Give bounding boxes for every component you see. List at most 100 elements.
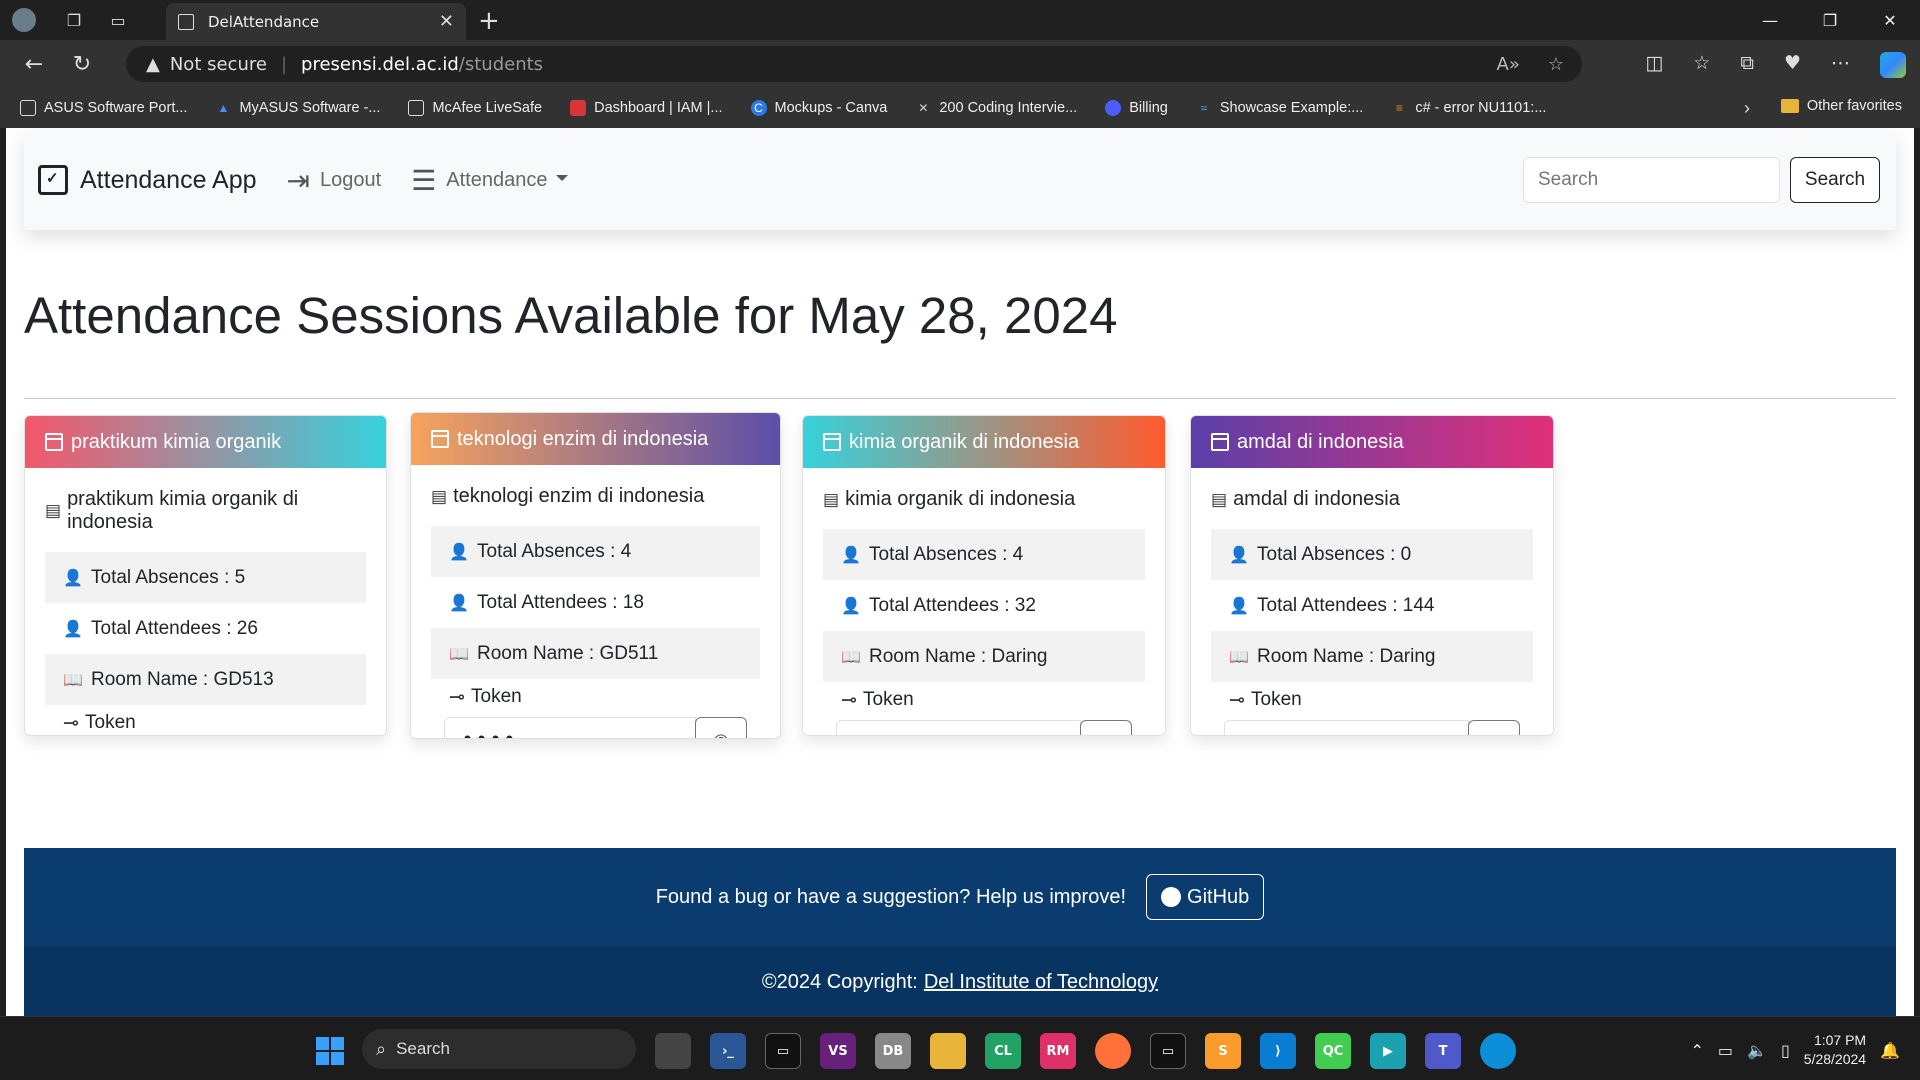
bookmark-item[interactable]: ▲ MyASUS Software -... bbox=[215, 100, 381, 116]
github-button[interactable]: GitHub bbox=[1146, 874, 1265, 920]
person-check-icon: 👤 bbox=[841, 546, 861, 564]
windows-taskbar: ⌕ Search ›_ ▭ VS DB CL RM ▭ S ⟩ QC ▶ T ⌃… bbox=[0, 1016, 1920, 1080]
clock[interactable]: 1:07 PM 5/28/2024 bbox=[1804, 1031, 1866, 1069]
url-bar[interactable]: ▲ Not secure | presensi.del.ac.id/studen… bbox=[126, 46, 1582, 82]
search-button[interactable]: Search bbox=[1790, 157, 1880, 203]
remote-terminal-icon[interactable]: ▶ bbox=[1370, 1033, 1406, 1069]
clion-icon[interactable]: CL bbox=[985, 1033, 1021, 1069]
search-input[interactable]: Search bbox=[1523, 157, 1780, 203]
institute-link[interactable]: Del Institute of Technology bbox=[924, 971, 1158, 994]
chevron-right-icon[interactable]: › bbox=[1744, 98, 1750, 119]
profile-avatar-icon[interactable] bbox=[12, 8, 36, 32]
volume-icon[interactable]: 🔈 bbox=[1747, 1041, 1767, 1060]
task-view-icon[interactable] bbox=[655, 1033, 691, 1069]
tab-actions-icon[interactable]: ▭ bbox=[106, 8, 130, 32]
card-text-icon: ▤ bbox=[45, 501, 62, 520]
terminal-icon[interactable]: ▭ bbox=[765, 1033, 801, 1069]
book-icon: 📖 bbox=[449, 645, 469, 663]
sublime-icon[interactable]: S bbox=[1205, 1033, 1241, 1069]
network-icon[interactable]: ▭ bbox=[1718, 1041, 1733, 1060]
person-x-icon: 👤 bbox=[63, 620, 83, 638]
key-icon: ⊸ bbox=[449, 686, 465, 708]
close-window-icon[interactable]: ✕ bbox=[1860, 0, 1920, 40]
token-field[interactable]: •••• bbox=[444, 717, 696, 738]
bookmark-item[interactable]: ASUS Software Port... bbox=[20, 100, 187, 116]
database-icon[interactable]: DB bbox=[875, 1033, 911, 1069]
teams-icon[interactable]: T bbox=[1425, 1033, 1461, 1069]
security-status[interactable]: Not secure bbox=[170, 54, 267, 75]
back-icon[interactable]: ← bbox=[22, 52, 46, 77]
attendance-dropdown[interactable]: ☰ Attendance bbox=[411, 164, 568, 197]
token-label: ⊸ Token bbox=[1229, 689, 1302, 711]
refresh-icon[interactable]: ↻ bbox=[70, 52, 94, 77]
bookmark-item[interactable]: ≡ c# - error NU1101:... bbox=[1391, 100, 1547, 116]
workspaces-icon[interactable]: ❐ bbox=[62, 8, 86, 32]
bookmark-item[interactable]: McAfee LiveSafe bbox=[408, 100, 542, 116]
favorites-icon[interactable]: ☆ bbox=[1693, 52, 1710, 78]
page-title: Attendance Sessions Available for May 28… bbox=[24, 287, 1118, 344]
feedback-message: Found a bug or have a suggestion? Help u… bbox=[655, 885, 1127, 908]
key-icon: ⊸ bbox=[63, 712, 79, 734]
token-label: ⊸ Token bbox=[841, 689, 914, 711]
token-label: ⊸ Token bbox=[63, 712, 136, 734]
url-path: /students bbox=[458, 53, 544, 75]
powershell-icon[interactable]: ›_ bbox=[710, 1033, 746, 1069]
calendar-icon bbox=[431, 430, 449, 448]
divider bbox=[24, 398, 1896, 399]
file-explorer-icon[interactable] bbox=[930, 1033, 966, 1069]
card-text-icon: ▤ bbox=[823, 489, 840, 509]
new-tab-icon[interactable]: + bbox=[478, 6, 500, 36]
restore-icon[interactable]: ❐ bbox=[1800, 0, 1860, 40]
minimize-icon[interactable]: — bbox=[1740, 0, 1800, 40]
browser-toolbar: ◫ ☆ ⧉ ♥ ⋯ bbox=[1645, 52, 1906, 78]
rubymine-icon[interactable]: RM bbox=[1040, 1033, 1076, 1069]
bookmark-item[interactable]: ✕ 200 Coding Intervie... bbox=[915, 100, 1077, 116]
browser-essentials-icon[interactable]: ♥ bbox=[1784, 52, 1801, 78]
eye-icon[interactable]: ◉ bbox=[695, 717, 747, 738]
list-item: 📖 Room Name : Daring bbox=[1211, 631, 1533, 682]
split-screen-icon[interactable]: ◫ bbox=[1645, 52, 1663, 78]
battery-icon[interactable]: ▯ bbox=[1781, 1041, 1790, 1060]
close-tab-icon[interactable]: ✕ bbox=[439, 11, 454, 32]
list-item: 👤 Total Attendees : 144 bbox=[1229, 594, 1435, 616]
windows-start-icon[interactable] bbox=[316, 1037, 344, 1065]
brand[interactable]: Attendance App bbox=[38, 165, 257, 195]
chevron-up-icon[interactable]: ⌃ bbox=[1691, 1041, 1704, 1060]
page-favicon-icon bbox=[178, 13, 194, 30]
system-tray: ⌃ ▭ 🔈 ▯ 1:07 PM 5/28/2024 🔔 bbox=[1691, 1031, 1900, 1069]
eye-icon[interactable]: ◉ bbox=[1080, 720, 1132, 735]
list-item: 👤 Total Absences : 4 bbox=[823, 529, 1145, 580]
edge-icon[interactable] bbox=[1480, 1033, 1516, 1069]
logout-link[interactable]: ⇥ Logout bbox=[287, 164, 382, 197]
book-icon: 📖 bbox=[1229, 648, 1249, 666]
favorite-star-icon[interactable]: ☆ bbox=[1548, 54, 1564, 75]
bookmark-item[interactable]: ≈ Showcase Example:... bbox=[1196, 100, 1364, 116]
more-menu-icon[interactable]: ⋯ bbox=[1831, 52, 1850, 78]
cmd-icon[interactable]: ▭ bbox=[1150, 1033, 1186, 1069]
eye-icon[interactable]: ◉ bbox=[1468, 720, 1520, 735]
card-subtitle: ▤ teknologi enzim di indonesia bbox=[431, 485, 705, 507]
warning-icon: ▲ bbox=[146, 53, 160, 75]
collections-icon[interactable]: ⧉ bbox=[1740, 52, 1754, 78]
list-item: 👤 Total Absences : 5 bbox=[45, 552, 366, 603]
read-aloud-icon[interactable]: A» bbox=[1497, 54, 1520, 75]
bookmark-item[interactable]: Billing bbox=[1105, 100, 1168, 116]
bookmark-item[interactable]: C Mockups - Canva bbox=[750, 100, 887, 116]
qt-creator-icon[interactable]: QC bbox=[1315, 1033, 1351, 1069]
token-field[interactable]: •••• bbox=[1224, 720, 1469, 735]
person-x-icon: 👤 bbox=[449, 594, 469, 612]
vscode-icon[interactable]: ⟩ bbox=[1260, 1033, 1296, 1069]
copilot-icon[interactable] bbox=[1880, 52, 1906, 78]
taskbar-search[interactable]: ⌕ Search bbox=[362, 1029, 636, 1069]
bookmark-item[interactable]: Dashboard | IAM |... bbox=[570, 100, 723, 116]
token-field[interactable]: •••• bbox=[836, 720, 1081, 735]
card-stats-list: 👤 Total Absences : 4 👤 Total Attendees : 1… bbox=[431, 526, 760, 679]
visual-studio-icon[interactable]: VS bbox=[820, 1033, 856, 1069]
firefox-icon[interactable] bbox=[1095, 1033, 1131, 1069]
notification-bell-icon[interactable]: 🔔 bbox=[1880, 1041, 1900, 1060]
card-stats-list: 👤 Total Absences : 0 👤 Total Attendees : 1… bbox=[1211, 529, 1533, 682]
card-text-icon: ▤ bbox=[1211, 489, 1228, 509]
browser-tab[interactable]: DelAttendance ✕ bbox=[166, 3, 466, 40]
other-favorites[interactable]: Other favorites bbox=[1780, 98, 1902, 114]
person-x-icon: 👤 bbox=[1229, 597, 1249, 615]
